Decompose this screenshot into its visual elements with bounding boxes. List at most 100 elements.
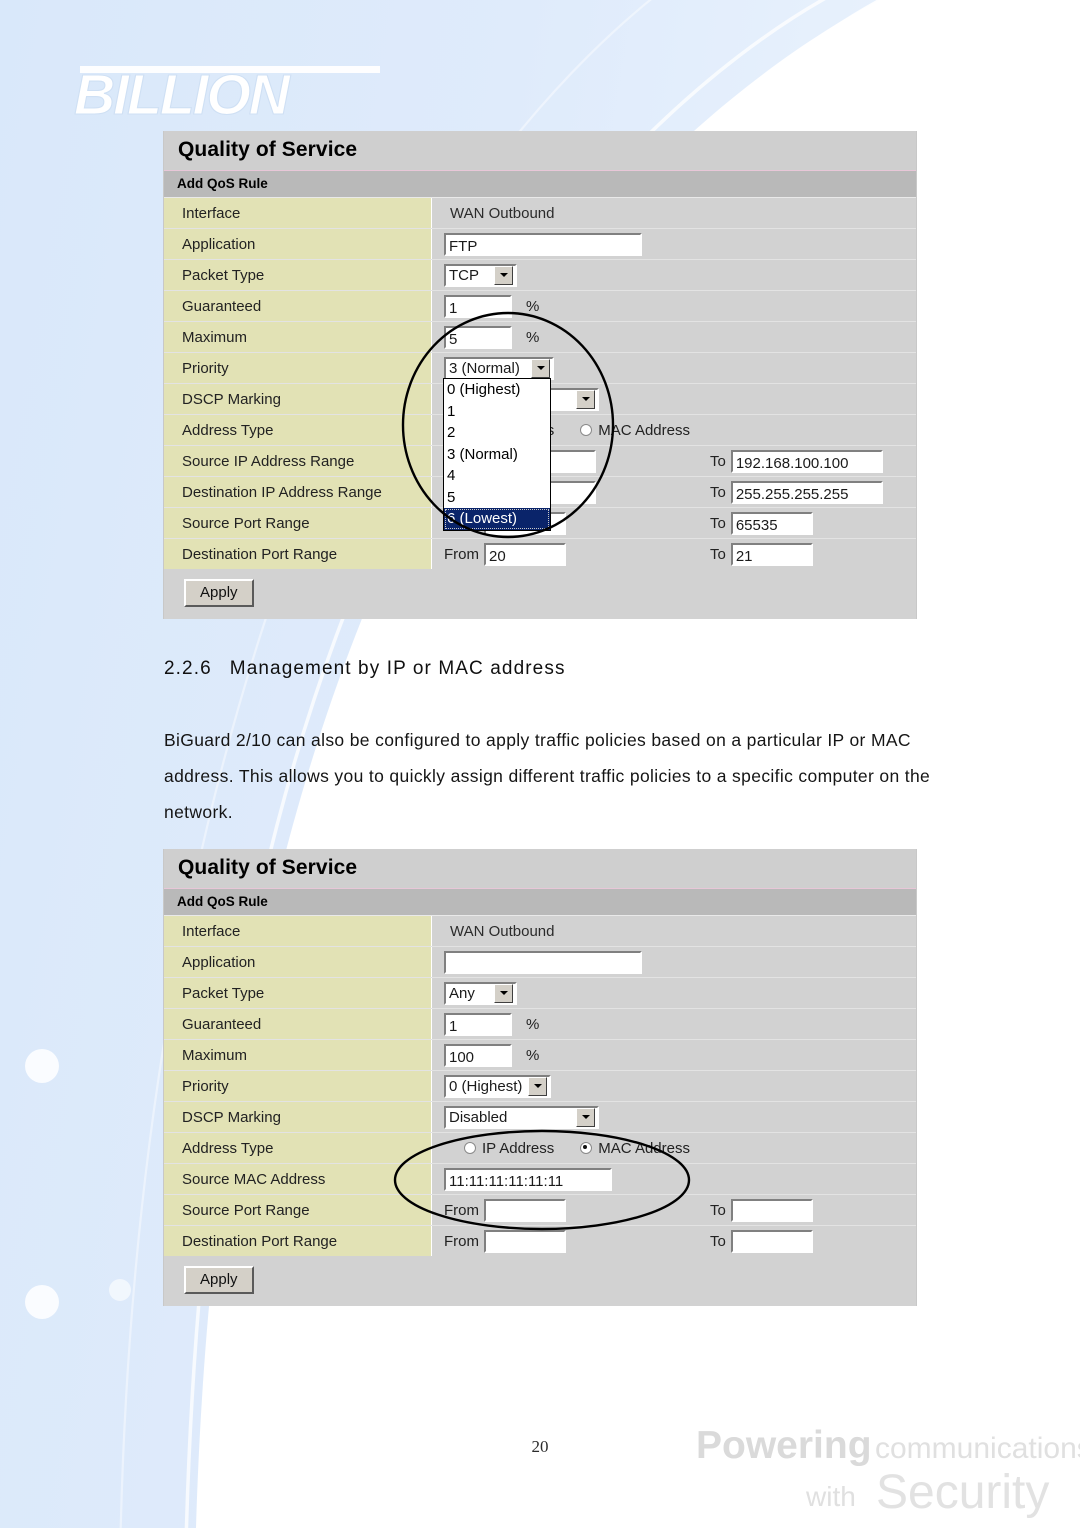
- application-input[interactable]: [444, 950, 642, 974]
- label-dscp-marking: DSCP Marking: [164, 384, 432, 414]
- priority-option[interactable]: 0 (Highest): [444, 379, 550, 401]
- value-dest-port-range: From 20 To 21: [432, 539, 916, 569]
- source-port-to-input[interactable]: 65535: [730, 511, 813, 535]
- label-interface: Interface: [164, 198, 432, 228]
- maximum-input[interactable]: 100: [444, 1043, 512, 1067]
- section-number: 2.2.6: [164, 658, 212, 679]
- panel1-apply-bar: Apply: [164, 569, 916, 619]
- label-maximum: Maximum: [164, 322, 432, 352]
- row-interface: Interface WAN Outbound: [164, 198, 916, 229]
- section-heading: 2.2.6 Management by IP or MAC address: [164, 658, 566, 680]
- dest-port-to-group: To 21: [710, 542, 813, 566]
- panel1-title: Quality of Service: [164, 131, 916, 171]
- radio-mac-address[interactable]: MAC Address: [580, 422, 716, 439]
- label-packet-type: Packet Type: [164, 260, 432, 290]
- dest-port-from-input[interactable]: [484, 1229, 566, 1253]
- label-dest-port-range: Destination Port Range: [164, 1226, 432, 1256]
- value-interface: WAN Outbound: [432, 916, 916, 946]
- radio-mac-address[interactable]: MAC Address: [580, 1140, 716, 1157]
- dest-port-to-label: To: [710, 545, 726, 563]
- dscp-marking-value: Disabled: [449, 1108, 508, 1126]
- source-ip-to-group: To 192.168.100.100: [710, 449, 883, 473]
- dest-port-from-input[interactable]: 20: [484, 542, 566, 566]
- application-input[interactable]: FTP: [444, 232, 642, 256]
- packet-type-value: TCP: [449, 266, 479, 284]
- value-packet-type: Any: [432, 978, 916, 1008]
- priority-option[interactable]: 4: [444, 465, 550, 487]
- value-interface: WAN Outbound: [432, 198, 916, 228]
- source-mac-input[interactable]: 11:11:11:11:11:11: [444, 1167, 612, 1191]
- section-paragraph: BiGuard 2/10 can also be configured to a…: [164, 730, 931, 822]
- row-interface: Interface WAN Outbound: [164, 916, 916, 947]
- packet-type-select[interactable]: TCP: [444, 263, 517, 287]
- panel1-subtitle: Add QoS Rule: [164, 171, 916, 198]
- row-guaranteed: Guaranteed 1 %: [164, 1009, 916, 1040]
- label-source-port-range: Source Port Range: [164, 1195, 432, 1225]
- dest-ip-to-group: To 255.255.255.255: [710, 480, 883, 504]
- apply-button[interactable]: Apply: [184, 1266, 254, 1294]
- dest-ip-to-label: To: [710, 483, 726, 501]
- value-source-mac: 11:11:11:11:11:11: [432, 1164, 916, 1194]
- dest-port-to-input[interactable]: [730, 1229, 813, 1253]
- priority-option-selected[interactable]: 6 (Lowest): [444, 508, 550, 530]
- source-port-to-label: To: [710, 1201, 726, 1219]
- maximum-input[interactable]: 5: [444, 325, 512, 349]
- label-priority: Priority: [164, 353, 432, 383]
- priority-value: 3 (Normal): [449, 359, 520, 377]
- label-guaranteed: Guaranteed: [164, 291, 432, 321]
- dscp-marking-select[interactable]: Disabled: [444, 1105, 599, 1129]
- row-guaranteed: Guaranteed 1 %: [164, 291, 916, 322]
- priority-dropdown-list[interactable]: 0 (Highest) 1 2 3 (Normal) 4 5 6 (Lowest…: [443, 378, 551, 531]
- radio-mac-address-label: MAC Address: [598, 421, 690, 439]
- guaranteed-input[interactable]: 1: [444, 294, 512, 318]
- packet-type-select[interactable]: Any: [444, 981, 517, 1005]
- row-dscp-marking: DSCP Marking Disabled: [164, 1102, 916, 1133]
- label-guaranteed: Guaranteed: [164, 1009, 432, 1039]
- row-dest-port-range: Destination Port Range From 20 To 21: [164, 539, 916, 569]
- value-maximum: 100 %: [432, 1040, 916, 1070]
- label-address-type: Address Type: [164, 415, 432, 445]
- source-port-from-input[interactable]: [484, 1198, 566, 1222]
- label-maximum: Maximum: [164, 1040, 432, 1070]
- priority-option[interactable]: 3 (Normal): [444, 444, 550, 466]
- label-source-port-range: Source Port Range: [164, 508, 432, 538]
- label-packet-type: Packet Type: [164, 978, 432, 1008]
- priority-select[interactable]: 0 (Highest): [444, 1074, 551, 1098]
- label-source-ip-range: Source IP Address Range: [164, 446, 432, 476]
- source-port-to-input[interactable]: [730, 1198, 813, 1222]
- value-guaranteed: 1 %: [432, 291, 916, 321]
- qos-panel-2: Quality of Service Add QoS Rule Interfac…: [163, 849, 917, 1306]
- priority-option[interactable]: 2: [444, 422, 550, 444]
- priority-option[interactable]: 5: [444, 487, 550, 509]
- dest-port-from-label: From: [444, 1232, 479, 1250]
- panel2-title: Quality of Service: [164, 849, 916, 889]
- chevron-down-icon: [576, 389, 595, 409]
- row-source-mac: Source MAC Address 11:11:11:11:11:11: [164, 1164, 916, 1195]
- chevron-down-icon: [494, 983, 513, 1003]
- guaranteed-input[interactable]: 1: [444, 1012, 512, 1036]
- page-number: 20: [531, 1437, 549, 1456]
- apply-button[interactable]: Apply: [184, 579, 254, 607]
- label-application: Application: [164, 947, 432, 977]
- value-maximum: 5 %: [432, 322, 916, 352]
- interface-value: WAN Outbound: [450, 204, 555, 222]
- dest-port-to-group: To: [710, 1229, 813, 1253]
- priority-select[interactable]: 3 (Normal): [444, 356, 554, 380]
- guaranteed-unit: %: [526, 297, 540, 315]
- label-address-type: Address Type: [164, 1133, 432, 1163]
- value-priority: 0 (Highest): [432, 1071, 916, 1101]
- dest-ip-to-input[interactable]: 255.255.255.255: [730, 480, 883, 504]
- priority-option[interactable]: 1: [444, 401, 550, 423]
- source-ip-to-input[interactable]: 192.168.100.100: [730, 449, 883, 473]
- panel2-apply-bar: Apply: [164, 1256, 916, 1306]
- row-maximum: Maximum 100 %: [164, 1040, 916, 1071]
- row-packet-type: Packet Type Any: [164, 978, 916, 1009]
- radio-ip-address[interactable]: IP Address: [464, 1140, 580, 1157]
- label-priority: Priority: [164, 1071, 432, 1101]
- value-address-type: IP Address MAC Address: [432, 1133, 916, 1163]
- dest-port-from-label: From: [444, 545, 479, 563]
- dest-port-to-input[interactable]: 21: [730, 542, 813, 566]
- radio-mac-address-label: MAC Address: [598, 1139, 690, 1157]
- source-port-to-group: To 65535: [710, 511, 813, 535]
- value-dest-port-range: From To: [432, 1226, 916, 1256]
